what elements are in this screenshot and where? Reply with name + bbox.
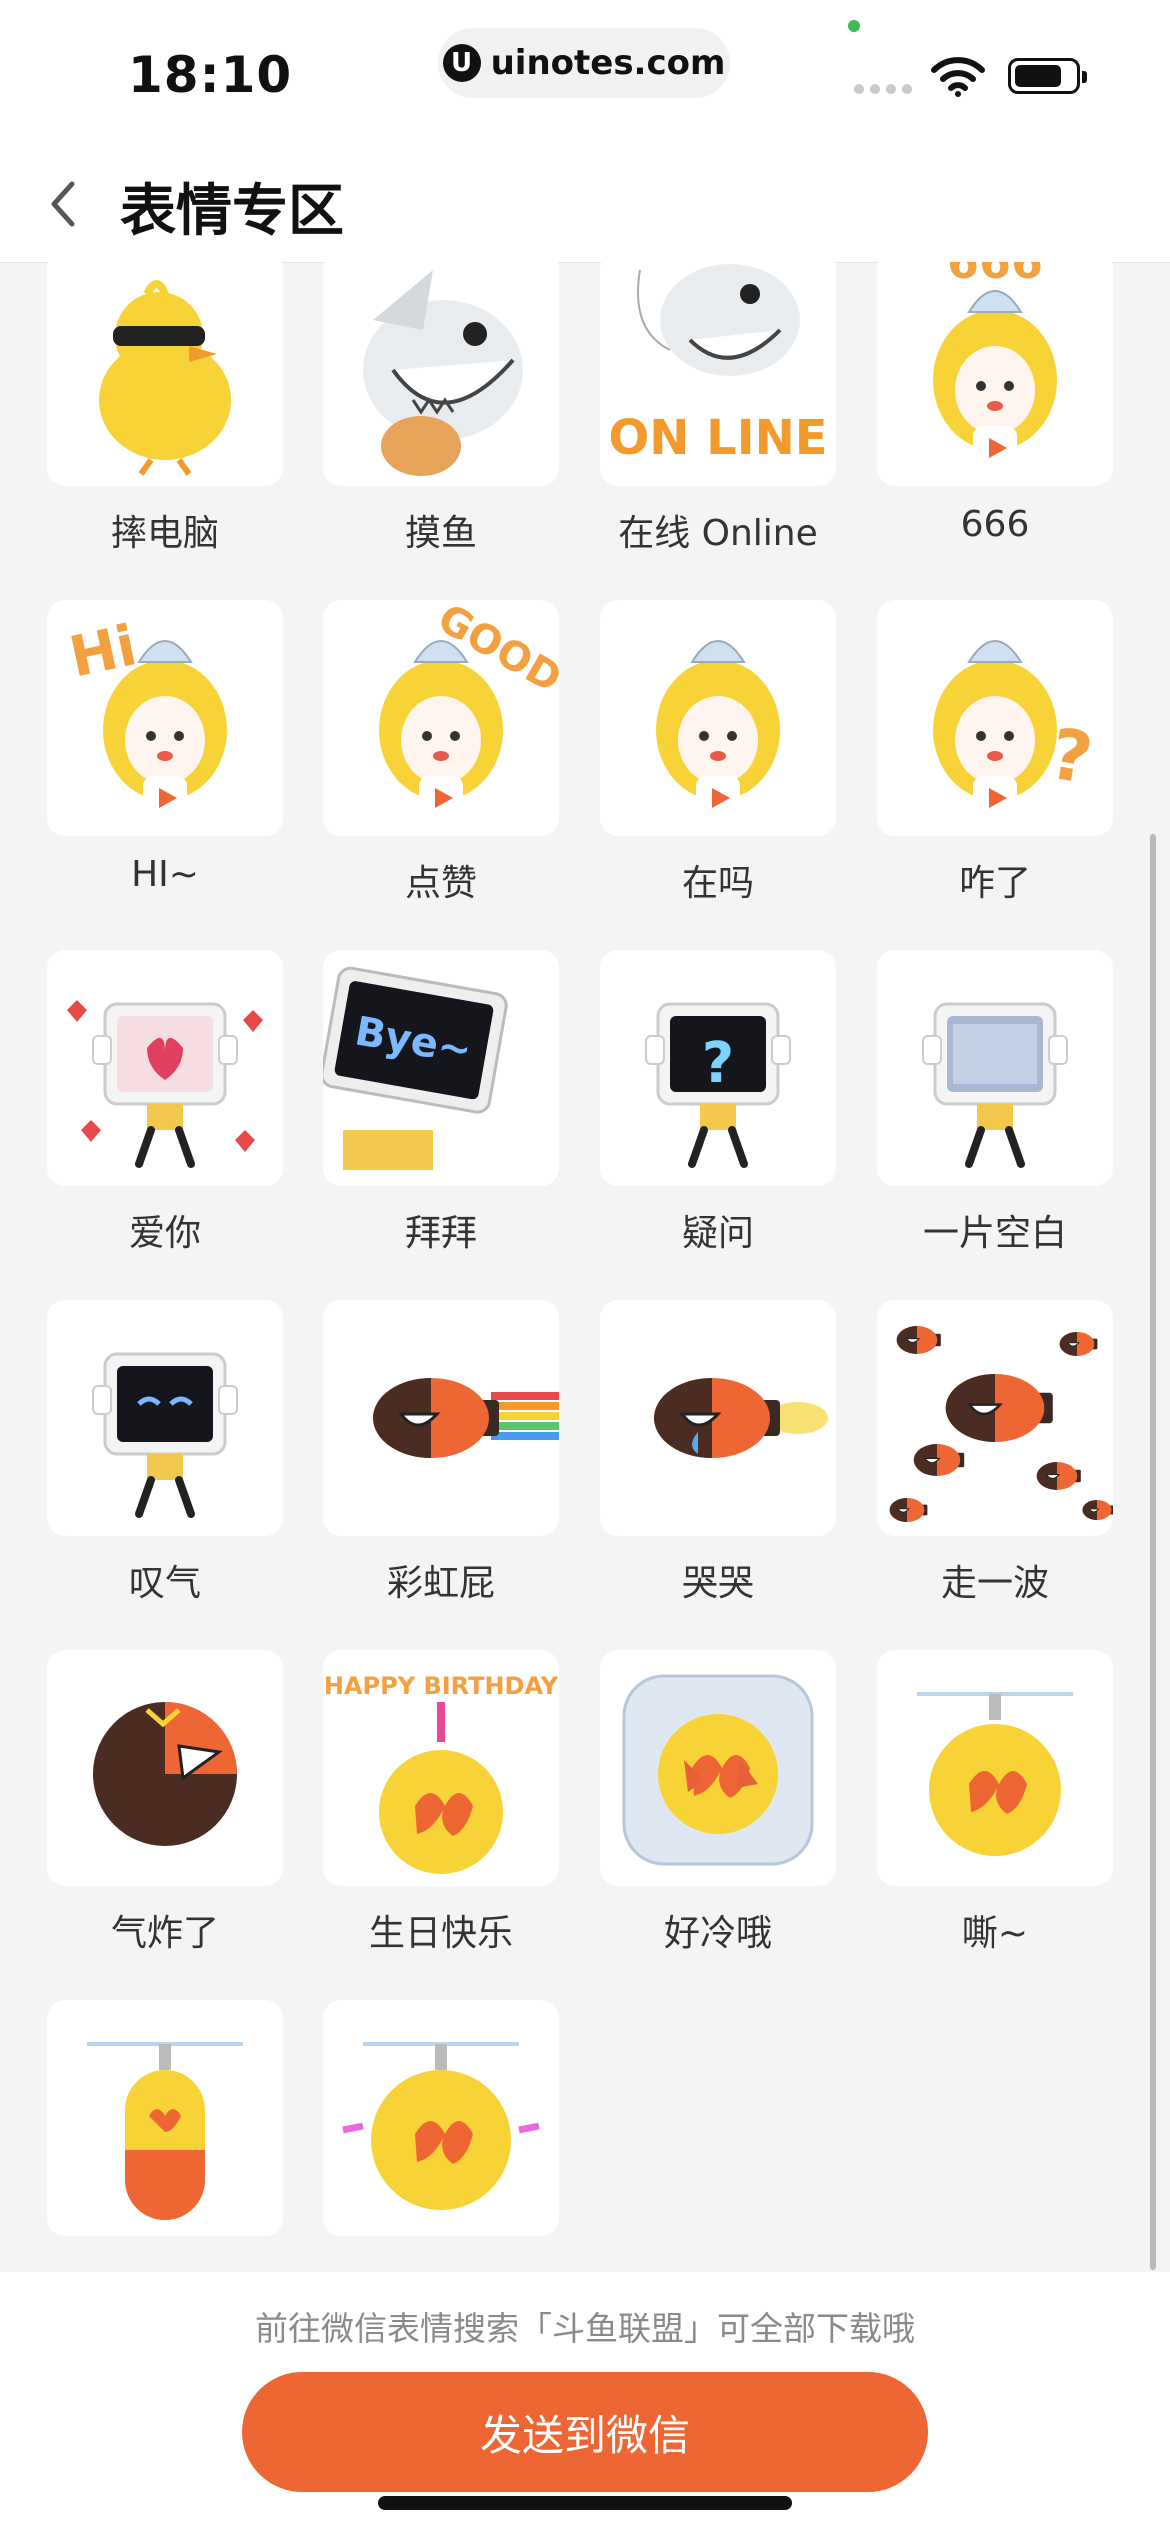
sticker-tile[interactable]: [600, 600, 836, 836]
sticker-tile[interactable]: ?: [877, 600, 1113, 836]
sticker-pill-icon: [87, 2042, 243, 2220]
sticker-girl-icon: ?: [933, 640, 1098, 818]
sticker-chick-icon: [99, 280, 231, 476]
sticker-girl-icon: GOOD: [379, 600, 559, 818]
back-chevron-icon[interactable]: [40, 174, 90, 234]
sticker-label: 叹气: [128, 1563, 201, 1604]
sticker-tv-question-icon: ?: [645, 1002, 791, 1168]
sticker-ball-heli-icon: [917, 1692, 1073, 1856]
svg-text:?: ?: [702, 1031, 734, 1096]
sticker-label: 一片空白: [922, 1213, 1067, 1254]
sticker-rocket-rainbow-icon: [373, 1378, 559, 1458]
sticker-label: 摸鱼: [404, 513, 477, 554]
sticker-label: 气炸了: [110, 1913, 219, 1954]
sticker-label: 生日快乐: [368, 1913, 513, 1954]
sticker-label: 摔电脑: [110, 513, 219, 554]
sticker-tile[interactable]: [600, 1650, 836, 1886]
sticker-tile[interactable]: [877, 1300, 1113, 1536]
status-time: 18:10: [128, 46, 293, 104]
sticker-tile[interactable]: [877, 1650, 1113, 1886]
sticker-tile[interactable]: 666: [877, 262, 1113, 486]
sticker-label: 嘶~: [961, 1913, 1029, 1954]
sticker-label: 彩虹屁: [386, 1563, 495, 1604]
sticker-label: 在吗: [681, 863, 754, 904]
sticker-ball-angry-icon: [93, 1702, 237, 1846]
svg-text:HAPPY BIRTHDAY: HAPPY BIRTHDAY: [324, 1672, 559, 1700]
sticker-girl-icon: 666: [933, 262, 1057, 468]
svg-text:ON LINE: ON LINE: [608, 410, 827, 466]
sticker-rocket-cry-icon: [654, 1378, 828, 1458]
uinotes-logo-icon: U: [442, 44, 481, 82]
privacy-indicator-dot: [848, 20, 860, 32]
sticker-tile[interactable]: [600, 1300, 836, 1536]
cellular-signal-icon: [854, 84, 912, 94]
sticker-shark-icon: [363, 270, 523, 476]
sticker-shark-online-icon: ON LINE: [608, 264, 828, 466]
wifi-icon: [931, 57, 985, 97]
sticker-tv-bye-icon: Bye~: [323, 966, 508, 1170]
sticker-tile[interactable]: HAPPY BIRTHDAY: [323, 1650, 559, 1886]
sticker-label: HI~: [131, 854, 199, 895]
sticker-tile[interactable]: GOOD: [323, 600, 559, 836]
sticker-rocket-many-icon: [889, 1326, 1113, 1522]
sticker-label: 哭哭: [681, 1563, 754, 1604]
home-indicator: [378, 2496, 792, 2510]
sticker-label: 爱你: [128, 1213, 201, 1254]
sticker-tile[interactable]: [47, 262, 283, 486]
sticker-ball-birthday-icon: HAPPY BIRTHDAY: [324, 1672, 559, 1874]
sticker-label: 咋了: [958, 863, 1031, 904]
scrollbar[interactable]: [1150, 834, 1156, 2270]
url-text: uinotes.com: [490, 43, 726, 83]
sticker-tile[interactable]: Hi: [47, 600, 283, 836]
url-logo-letter: U: [451, 48, 473, 78]
sticker-label: 好冷哦: [663, 1913, 772, 1954]
sticker-ball-shy-icon: [342, 2042, 540, 2210]
sticker-ball-ice-icon: [622, 1674, 814, 1866]
nav-bar: 表情专区: [0, 140, 1170, 263]
sticker-label: 在线 Online: [618, 513, 818, 554]
sticker-label: 走一波: [940, 1563, 1049, 1604]
sticker-tile[interactable]: Bye~: [323, 950, 559, 1186]
sticker-label: 666: [960, 504, 1030, 545]
sticker-tile[interactable]: [323, 262, 559, 486]
sticker-tv-heart-icon: [67, 1000, 263, 1168]
status-bar: 18:10 U uinotes.com: [0, 0, 1170, 140]
sticker-tile[interactable]: [47, 1300, 283, 1536]
sticker-label: 拜拜: [404, 1213, 477, 1254]
sticker-girl-icon: Hi: [64, 613, 227, 818]
svg-text:666: 666: [947, 262, 1043, 289]
sticker-tile[interactable]: [47, 2000, 283, 2236]
sticker-tv-sigh-icon: [92, 1352, 238, 1518]
sticker-tile[interactable]: [47, 950, 283, 1186]
send-to-wechat-button[interactable]: 发送到微信: [242, 2372, 928, 2492]
sticker-label: 疑问: [681, 1213, 754, 1254]
sticker-tv-blank-icon: [922, 1002, 1068, 1168]
sticker-tile[interactable]: [47, 1650, 283, 1886]
sticker-tile[interactable]: ?: [600, 950, 836, 1186]
sticker-tile[interactable]: [877, 950, 1113, 1186]
sticker-girl-icon: [656, 640, 780, 818]
sticker-grid: 摔电脑 摸鱼 ON LINE 在线 Online 666 666 Hi HI~ GOOD…: [0, 262, 1170, 2252]
page-title: 表情专区: [120, 179, 344, 244]
bottom-bar: 前往微信表情搜索「斗鱼联盟」可全部下载哦 发送到微信: [0, 2272, 1170, 2532]
battery-icon: [1008, 58, 1087, 94]
sticker-tile[interactable]: ON LINE: [600, 262, 836, 486]
url-pill[interactable]: U uinotes.com: [438, 28, 730, 98]
sticker-tile[interactable]: [323, 2000, 559, 2236]
sticker-tile[interactable]: [323, 1300, 559, 1536]
download-hint: 前往微信表情搜索「斗鱼联盟」可全部下载哦: [255, 2309, 915, 2348]
sticker-label: 点赞: [404, 863, 477, 904]
